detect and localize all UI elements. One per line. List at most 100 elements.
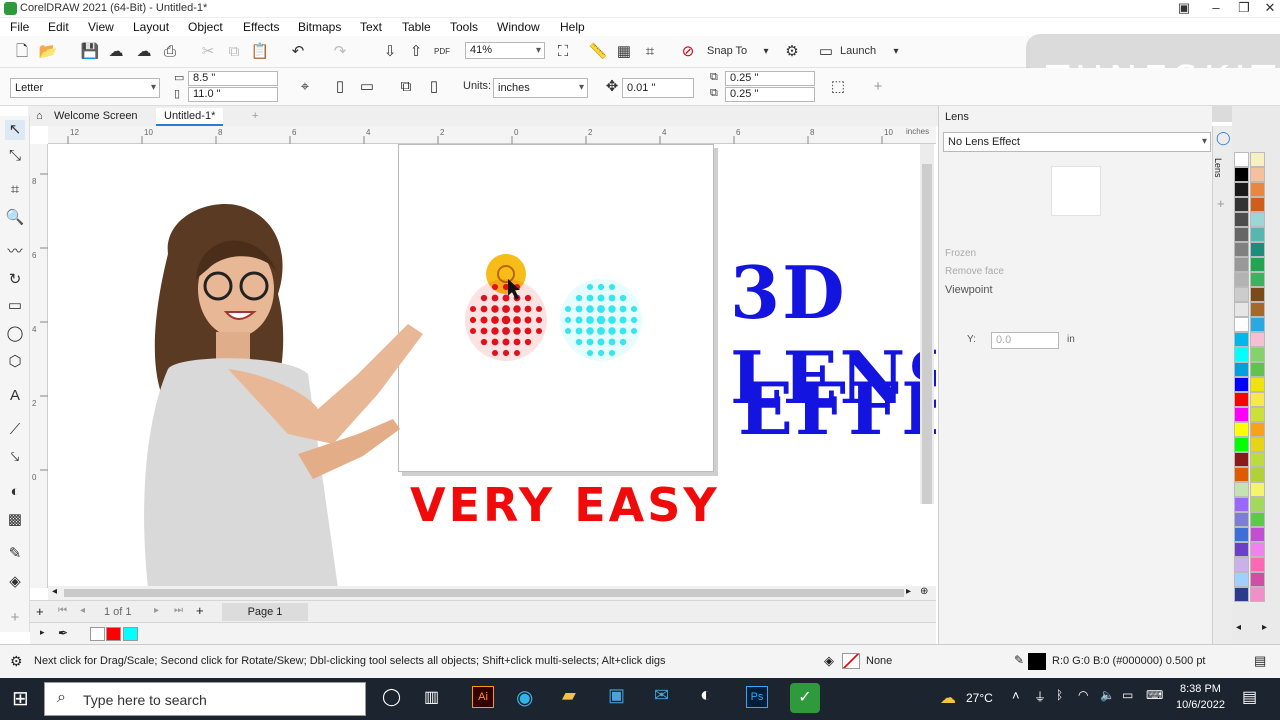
rulers-icon[interactable]: 📏 <box>588 42 608 62</box>
tab-untitled[interactable]: Untitled-1* <box>156 108 224 126</box>
duplicate-y-input[interactable]: 0.25 " <box>725 87 815 102</box>
palette-swatch[interactable] <box>1250 377 1265 392</box>
palette-swatch[interactable] <box>1250 152 1265 167</box>
export-icon[interactable]: ⇧ <box>406 42 426 62</box>
palette-swatch[interactable] <box>1250 227 1265 242</box>
cloud-share-icon[interactable]: ☁ <box>134 42 154 62</box>
drawing-canvas[interactable]: 3D LENS EFFECT VERY EASY <box>48 144 936 588</box>
menu-help[interactable]: Help <box>560 20 585 34</box>
current-page-icon[interactable]: ▯ <box>424 77 444 97</box>
guidelines-icon[interactable]: ⌗ <box>640 42 660 62</box>
wifi-icon[interactable]: ◠ <box>1078 688 1088 702</box>
units-select[interactable]: inches <box>493 78 588 98</box>
clock-date[interactable]: 10/6/2022 <box>1176 699 1225 711</box>
scroll-right-icon[interactable]: ▸ <box>906 586 911 597</box>
palette-swatch[interactable] <box>1234 512 1249 527</box>
palette-swatch[interactable] <box>1234 167 1249 182</box>
cut-icon[interactable]: ✂ <box>198 42 218 62</box>
palette-swatch[interactable] <box>1234 392 1249 407</box>
freehand-tool-icon[interactable]: 〰 <box>5 242 25 262</box>
palette-scroll-right-icon[interactable]: ▸ <box>1262 622 1267 633</box>
palette-swatch[interactable] <box>1250 497 1265 512</box>
new-document-icon[interactable]: 🗋 <box>12 42 32 62</box>
palette-swatch[interactable] <box>1250 362 1265 377</box>
rectangle-tool-icon[interactable]: ▭ <box>5 296 25 316</box>
palette-swatch[interactable] <box>1250 182 1265 197</box>
landscape-icon[interactable]: ▭ <box>357 77 377 97</box>
palette-expand-icon[interactable]: ▸ <box>40 627 45 638</box>
frozen-checkbox[interactable]: Frozen <box>945 248 976 259</box>
launch-dropdown[interactable]: Launch <box>840 45 876 57</box>
task-view-icon[interactable]: ◯ <box>382 687 401 707</box>
windows-start-icon[interactable]: ⊞ <box>12 686 29 711</box>
palette-swatch[interactable] <box>1234 182 1249 197</box>
palette-swatch[interactable] <box>1250 527 1265 542</box>
palette-swatch[interactable] <box>1234 467 1249 482</box>
palette-swatch[interactable] <box>1250 407 1265 422</box>
ellipse-tool-icon[interactable]: ◯ <box>5 324 25 344</box>
palette-swatch[interactable] <box>1250 167 1265 182</box>
add-tool-icon[interactable]: + <box>5 608 25 628</box>
polygon-tool-icon[interactable]: ⬡ <box>5 352 25 372</box>
copy-icon[interactable]: ⧉ <box>224 42 244 62</box>
last-page-icon[interactable]: ⏭ <box>174 605 183 616</box>
speaker-icon[interactable]: 🔈 <box>1100 688 1115 702</box>
remove-face-checkbox[interactable]: Remove face <box>945 266 1004 277</box>
new-tab-icon[interactable]: + <box>244 108 266 126</box>
viewpoint-y-input[interactable]: 0.0 <box>991 332 1059 349</box>
palette-swatch[interactable] <box>1250 557 1265 572</box>
cyan-swatch[interactable] <box>123 627 138 641</box>
text-tool-icon[interactable]: A <box>5 386 25 406</box>
page-orientation-icon[interactable]: ⌖ <box>295 77 315 97</box>
palette-swatch[interactable] <box>1234 152 1249 167</box>
palette-swatch[interactable] <box>1250 257 1265 272</box>
cloud-upload-icon[interactable]: ☁ <box>106 42 126 62</box>
add-docker-icon[interactable]: + <box>1217 196 1225 211</box>
palette-swatch[interactable] <box>1250 242 1265 257</box>
menu-window[interactable]: Window <box>497 20 540 34</box>
palette-swatch[interactable] <box>1234 272 1249 287</box>
menu-edit[interactable]: Edit <box>48 20 69 34</box>
cyan-dotted-sphere[interactable] <box>560 279 642 361</box>
navigator-icon[interactable]: ⊕ <box>920 586 928 597</box>
battery-icon[interactable]: ▭ <box>1122 688 1133 702</box>
red-dotted-sphere[interactable] <box>465 279 547 361</box>
prev-page-icon[interactable]: ◂ <box>80 605 85 616</box>
menu-bitmaps[interactable]: Bitmaps <box>298 20 341 34</box>
palette-swatch[interactable] <box>1234 437 1249 452</box>
palette-swatch[interactable] <box>1234 332 1249 347</box>
home-icon[interactable]: ⌂ <box>28 108 48 126</box>
store-icon[interactable]: ▣ <box>608 685 625 706</box>
page-width-input[interactable]: 8.5 " <box>188 71 278 86</box>
palette-swatch[interactable] <box>1234 227 1249 242</box>
page-size-select[interactable]: Letter <box>10 78 160 98</box>
palette-swatch[interactable] <box>1250 302 1265 317</box>
scroll-left-icon[interactable]: ◂ <box>52 586 57 597</box>
interactive-fill-icon[interactable]: ◈ <box>5 572 25 592</box>
lens-effect-select[interactable]: No Lens Effect <box>943 132 1211 152</box>
page-1-tab[interactable]: Page 1 <box>222 603 308 621</box>
illustrator-icon[interactable]: Ai <box>472 686 494 708</box>
full-screen-icon[interactable]: ⛶ <box>553 42 573 62</box>
tab-welcome-screen[interactable]: Welcome Screen <box>46 108 146 126</box>
status-settings-icon[interactable]: ▤ <box>1254 653 1266 669</box>
palette-swatch[interactable] <box>1234 407 1249 422</box>
palette-swatch[interactable] <box>1234 317 1249 332</box>
connector-tool-icon[interactable]: ⤥ <box>5 448 25 468</box>
palette-swatch[interactable] <box>1250 347 1265 362</box>
transparency-icon[interactable]: ▩ <box>5 510 25 530</box>
viewpoint-checkbox[interactable]: Viewpoint <box>945 284 993 296</box>
undo-icon[interactable]: ↶ <box>288 42 308 62</box>
grid-icon[interactable]: ▦ <box>614 42 634 62</box>
pdf-icon[interactable]: PDF <box>432 42 452 62</box>
snap-to-dropdown[interactable]: Snap To <box>707 45 747 57</box>
add-icon[interactable]: + <box>868 77 888 97</box>
palette-swatch[interactable] <box>1250 212 1265 227</box>
coreldraw-active-icon[interactable]: ✓ <box>790 683 820 713</box>
palette-swatch[interactable] <box>1234 302 1249 317</box>
clock-time[interactable]: 8:38 PM <box>1180 683 1221 695</box>
menu-tools[interactable]: Tools <box>450 20 478 34</box>
palette-swatch[interactable] <box>1250 437 1265 452</box>
file-explorer-icon[interactable]: ▰ <box>562 685 576 706</box>
palette-swatch[interactable] <box>1250 197 1265 212</box>
